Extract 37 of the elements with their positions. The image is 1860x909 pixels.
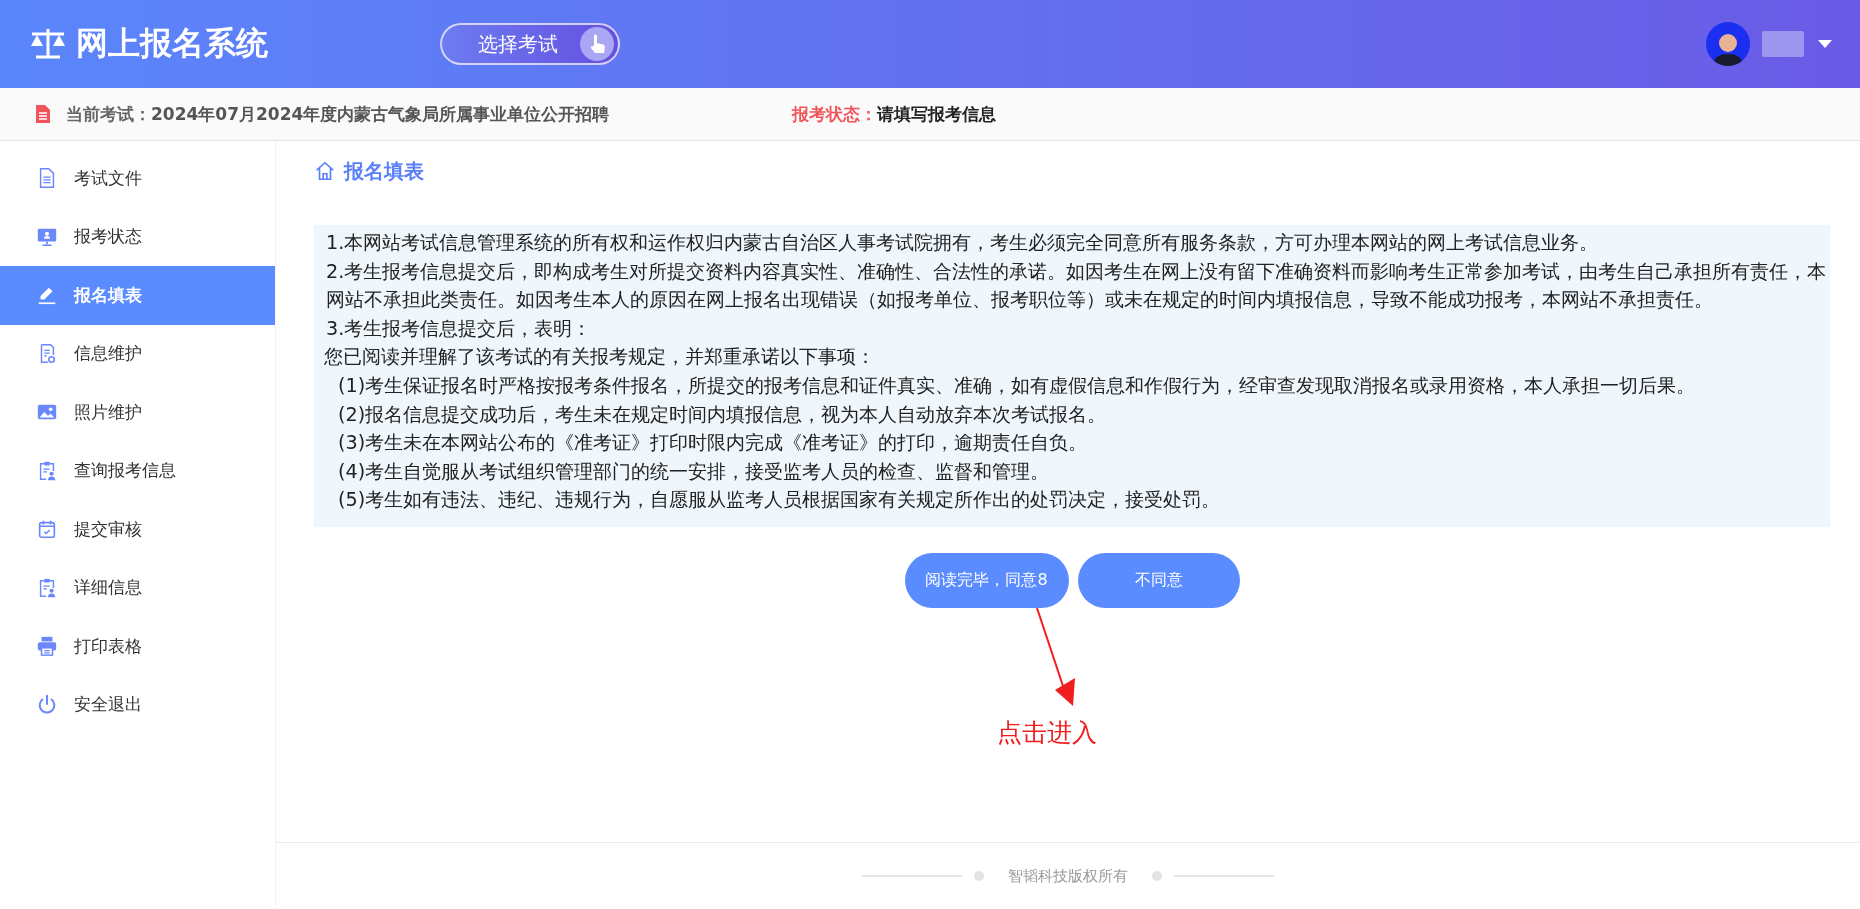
terms-paragraph: 3.考生报考信息提交后，表明： <box>325 315 593 342</box>
sidebar-item[interactable]: 查询报考信息 <box>0 441 275 500</box>
select-exam-button[interactable]: 选择考试 <box>440 23 620 65</box>
sidebar-item[interactable]: 报考状态 <box>0 207 275 266</box>
avatar[interactable] <box>1706 22 1750 66</box>
sidebar-item[interactable]: 信息维护 <box>0 324 275 383</box>
document-icon <box>36 105 50 123</box>
logo-text: 网上报名系统 <box>76 23 268 64</box>
sidebar-item[interactable]: 安全退出 <box>0 675 275 734</box>
terms-paragraph: 1.本网站考试信息管理系统的所有权和运作权归内蒙古自治区人事考试院拥有，考生必须完全同意所有服务条款，方可办理本网站的网上考试信息业务。 <box>325 230 1600 256</box>
sidebar-item[interactable]: 详细信息 <box>0 558 275 617</box>
annotation-text: 点击进入 <box>997 716 1097 749</box>
sidebar-item[interactable]: 照片维护 <box>0 383 275 442</box>
terms-paragraph: (3)考生未在本网站公布的《准考证》打印时限内完成《准考证》的打印，逾期责任自负。 <box>337 430 1089 457</box>
terms-paragraph: (4)考生自觉服从考试组织管理部门的统一安排，接受监考人员的检查、监督和管理。 <box>337 458 1051 485</box>
terms-paragraph: (1)考生保证报名时严格按报考条件报名，所提交的报考信息和证件真实、准确，如有虚假信息和作假行为，经审查发现取消报名或录用资格，本人承担一切后果。 <box>337 372 1697 399</box>
current-exam-name: 2024年07月2024年度内蒙古气象局所属事业单位公开招聘 <box>151 102 610 126</box>
caret-icon[interactable] <box>1818 40 1832 48</box>
power-icon <box>36 693 58 716</box>
terms-paragraph: (2)报名信息提交成功后，考生未在规定时间内填报信息，视为本人自动放弃本次考试报名。 <box>337 401 1108 428</box>
sidebar-item[interactable]: 考试文件 <box>0 149 275 208</box>
sidebar-item[interactable]: 提交审核 <box>0 500 275 559</box>
copyright-text: 智韬科技版权所有 <box>1008 866 1128 886</box>
terms-paragraph: 您已阅读并理解了该考试的有关报考规定，并郑重承诺以下事项： <box>323 344 876 371</box>
current-exam-label: 当前考试： <box>66 102 151 126</box>
footer-dot <box>1152 871 1162 881</box>
calendar-check-icon <box>36 518 58 541</box>
sidebar-item[interactable]: 打印表格 <box>0 617 275 676</box>
terms-paragraph: 2.考生报考信息提交后，即构成考生对所提交资料内容真实性、准确性、合法性的承诺。如因考生在网上没有留下准确资料而影响考生正常参加考试，由考生自己承担所有责任，本网站不承担此类责任。如因考生本人的原因在网上报名出现错误（如报考单位、报考职位等）或未在规定的时间内填报信息，导致不能成功报考，本网站不承担责任。 <box>325 258 1828 314</box>
footer-dot <box>974 871 984 881</box>
home-icon <box>314 160 336 182</box>
status-value: 请填写报考信息 <box>877 102 997 126</box>
page-title: 报名填表 <box>344 157 424 185</box>
terms-paragraph: (5)考生如有违法、违纪、违规行为，自愿服从监考人员根据国家有关规定所作出的处罚决定，接受处罚。 <box>337 487 1222 514</box>
blurred-username <box>1762 31 1804 57</box>
scales-icon <box>28 26 68 62</box>
printer-icon <box>36 635 58 658</box>
